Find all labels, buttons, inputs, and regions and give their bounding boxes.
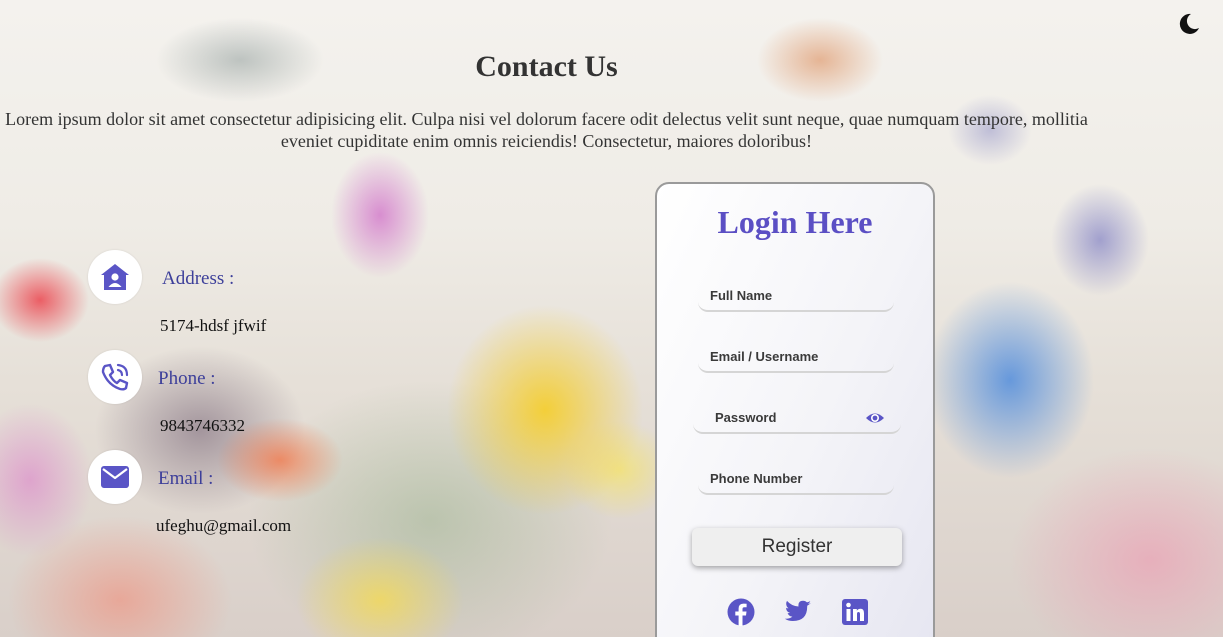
email-value: ufeghu@gmail.com — [156, 516, 292, 535]
login-card: Login Here Register — [655, 182, 935, 637]
login-title: Login Here — [717, 204, 873, 240]
page-title: Contact Us — [475, 50, 618, 83]
eye-icon[interactable] — [865, 410, 885, 426]
facebook-icon[interactable] — [727, 598, 755, 626]
phone-number-field — [698, 463, 894, 495]
phone-value: 9843746332 — [160, 416, 245, 435]
full-name-field — [698, 280, 894, 312]
phone-label: Phone : — [158, 368, 216, 389]
full-name-input[interactable] — [698, 280, 894, 310]
password-field — [693, 402, 901, 434]
username-field — [698, 341, 894, 373]
phone-volume-icon — [88, 350, 142, 404]
username-input[interactable] — [698, 341, 894, 371]
address-label: Address : — [162, 268, 235, 289]
linkedin-icon[interactable] — [841, 598, 869, 626]
register-button[interactable]: Register — [692, 528, 902, 566]
house-user-icon — [88, 250, 142, 304]
twitter-icon[interactable] — [784, 598, 812, 626]
envelope-icon — [88, 450, 142, 504]
moon-icon[interactable] — [1177, 12, 1201, 36]
address-value: 5174-hdsf jfwif — [160, 316, 267, 335]
email-label: Email : — [158, 468, 214, 489]
intro-text: Lorem ipsum dolor sit amet consectetur a… — [5, 109, 1088, 151]
phone-number-input[interactable] — [698, 463, 894, 493]
